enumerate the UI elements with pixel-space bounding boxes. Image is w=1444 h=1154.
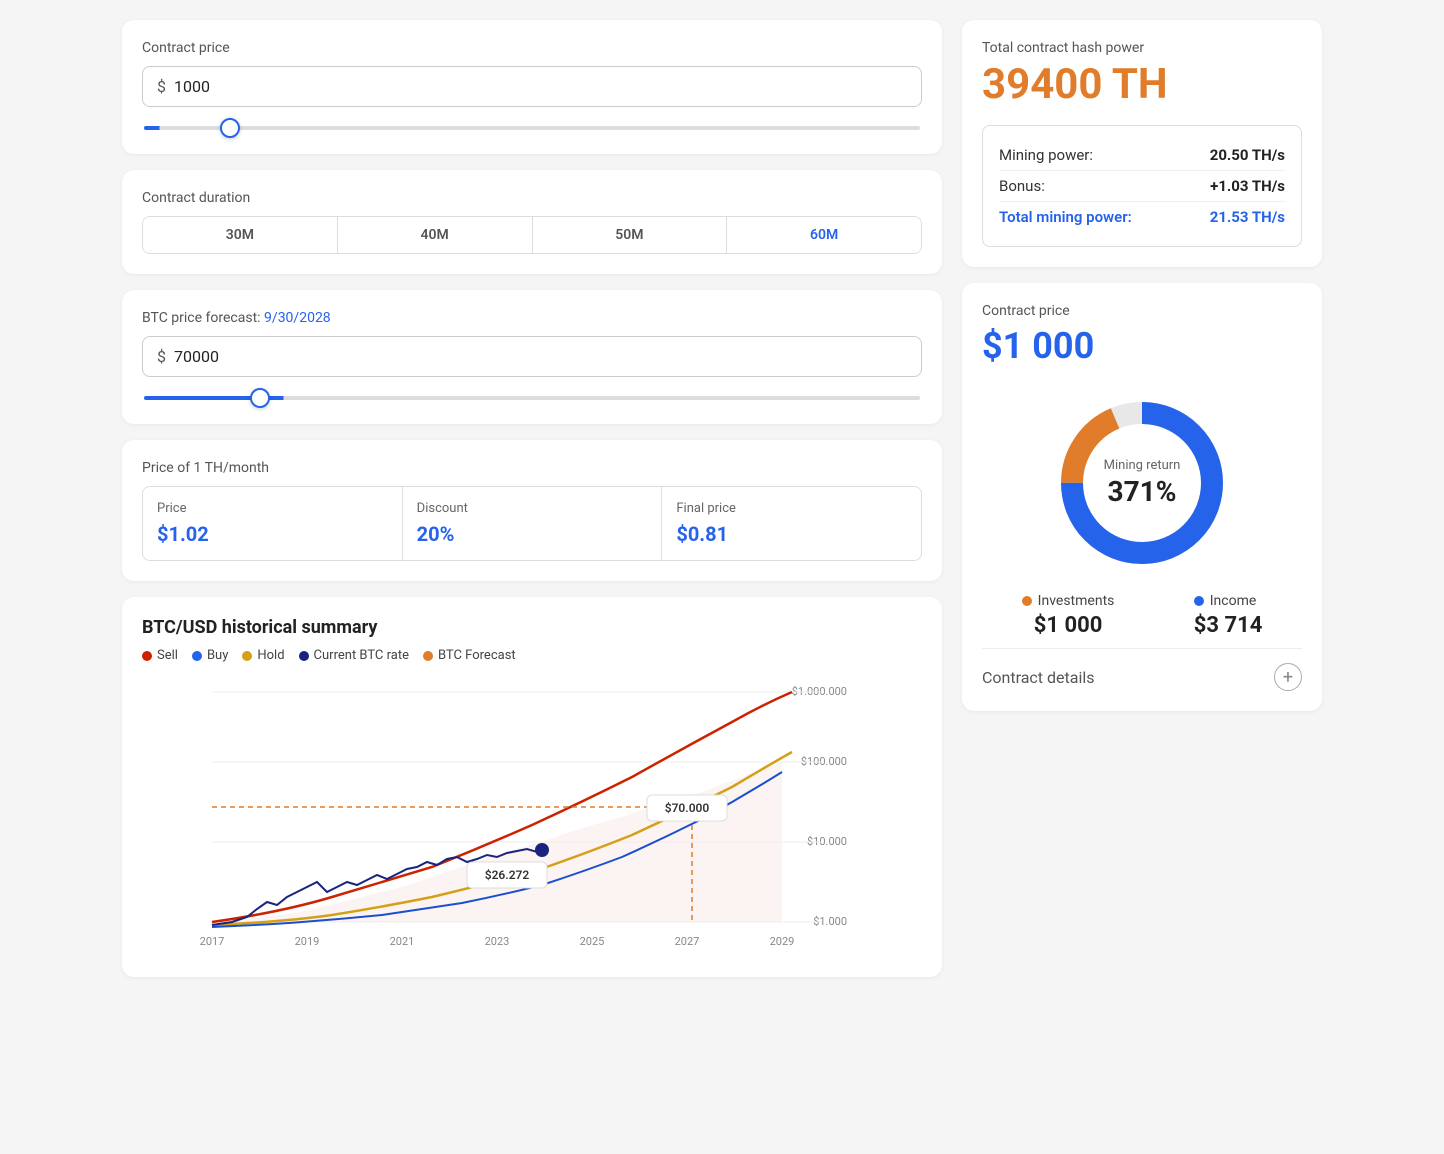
th-price-grid: Price $1.02 Discount 20% Final price $0.…: [142, 486, 922, 561]
btc-price-amount: 70000: [174, 347, 219, 366]
svg-text:$26.272: $26.272: [485, 868, 530, 882]
btc-forecast-card: BTC price forecast: 9/30/2028 $ 70000: [122, 290, 942, 424]
hash-info-box: Mining power: 20.50 TH/s Bonus: +1.03 TH…: [982, 125, 1302, 247]
investments-dot: [1022, 596, 1032, 606]
svg-text:2023: 2023: [485, 935, 510, 948]
current-btc-label: Current BTC rate: [314, 648, 409, 663]
income-value: $3 714: [1194, 613, 1263, 638]
investments-label: Investments: [1038, 593, 1115, 609]
tab-50m[interactable]: 50M: [533, 217, 728, 253]
total-mining-row: Total mining power: 21.53 TH/s: [999, 201, 1285, 232]
donut-container: Mining return 371%: [982, 383, 1302, 583]
contract-price-label: Contract price: [142, 40, 922, 56]
th-final-cell-value: $0.81: [676, 522, 907, 546]
svg-text:2017: 2017: [200, 935, 225, 948]
tab-60m[interactable]: 60M: [727, 217, 921, 253]
right-panel: Total contract hash power 39400 TH Minin…: [962, 20, 1322, 977]
contract-details-row: Contract details +: [982, 648, 1302, 691]
contract-currency-symbol: $: [157, 77, 166, 96]
contract-duration-label: Contract duration: [142, 190, 922, 206]
contract-details-text: Contract details: [982, 668, 1094, 687]
buy-label: Buy: [207, 648, 228, 663]
th-discount-cell-label: Discount: [417, 501, 648, 516]
btc-price-input-box[interactable]: $ 70000: [142, 336, 922, 377]
left-panel: Contract price $ 1000 Contract duration …: [122, 20, 942, 977]
hash-power-card: Total contract hash power 39400 TH Minin…: [962, 20, 1322, 267]
th-price-cell-label: Price: [157, 501, 388, 516]
svg-text:2025: 2025: [580, 935, 605, 948]
contract-price-slider[interactable]: [144, 126, 920, 130]
total-mining-label: Total mining power:: [999, 208, 1132, 226]
income-dot: [1194, 596, 1204, 606]
btc-price-slider-container[interactable]: [142, 385, 922, 404]
buy-dot: [192, 651, 202, 661]
current-btc-dot: [299, 651, 309, 661]
btc-currency-symbol: $: [157, 347, 166, 366]
btc-price-slider[interactable]: [144, 396, 920, 400]
chart-wrapper: $1.000.000 $100.000 $10.000 $1.000: [142, 677, 922, 957]
bonus-label: Bonus:: [999, 177, 1045, 195]
svg-text:2021: 2021: [390, 935, 415, 948]
duration-tabs: 30M 40M 50M 60M: [142, 216, 922, 254]
th-discount-cell: Discount 20%: [403, 487, 663, 560]
income-item: Income $3 714: [1194, 593, 1263, 638]
income-label: Income: [1210, 593, 1257, 609]
legend-sell: Sell: [142, 648, 178, 663]
bonus-row: Bonus: +1.03 TH/s: [999, 170, 1285, 201]
contract-price-amount: 1000: [174, 77, 210, 96]
btc-forecast-dot: [423, 651, 433, 661]
investments-value: $1 000: [1022, 613, 1115, 638]
chart-svg: $1.000.000 $100.000 $10.000 $1.000: [142, 677, 922, 957]
mining-power-value: 20.50 TH/s: [1210, 146, 1285, 164]
th-price-label: Price of 1 TH/month: [142, 460, 922, 476]
th-price-cell: Price $1.02: [143, 487, 403, 560]
income-dot-row: Income: [1194, 593, 1263, 609]
chart-card: BTC/USD historical summary Sell Buy Hold…: [122, 597, 942, 977]
hash-power-label: Total contract hash power: [982, 40, 1302, 56]
svg-text:$70.000: $70.000: [665, 801, 710, 815]
contract-price-card: Contract price $ 1000: [122, 20, 942, 154]
contract-price-right-card: Contract price $1 000 Mining return 371%: [962, 283, 1322, 711]
th-final-cell: Final price $0.81: [662, 487, 921, 560]
chart-title: BTC/USD historical summary: [142, 617, 922, 638]
sell-dot: [142, 651, 152, 661]
th-discount-cell-value: 20%: [417, 522, 648, 546]
contract-details-expand-button[interactable]: +: [1274, 663, 1302, 691]
chart-legend: Sell Buy Hold Current BTC rate BTC Forec…: [142, 648, 922, 663]
hash-power-value: 39400 TH: [982, 60, 1302, 109]
svg-text:2029: 2029: [770, 935, 795, 948]
contract-price-slider-container[interactable]: [142, 115, 922, 134]
total-mining-value: 21.53 TH/s: [1210, 208, 1285, 226]
th-price-card: Price of 1 TH/month Price $1.02 Discount…: [122, 440, 942, 581]
contract-duration-card: Contract duration 30M 40M 50M 60M: [122, 170, 942, 274]
contract-price-right-label: Contract price: [982, 303, 1302, 319]
contract-price-right-value: $1 000: [982, 325, 1302, 367]
donut-label: Mining return 371%: [1104, 458, 1181, 508]
tab-30m[interactable]: 30M: [143, 217, 338, 253]
mining-return-text: Mining return: [1104, 458, 1181, 473]
svg-text:2027: 2027: [675, 935, 700, 948]
legend-btc-forecast: BTC Forecast: [423, 648, 516, 663]
legend-current-btc: Current BTC rate: [299, 648, 409, 663]
mining-return-pct: 371%: [1104, 475, 1181, 508]
hold-dot: [242, 651, 252, 661]
tab-40m[interactable]: 40M: [338, 217, 533, 253]
legend-hold: Hold: [242, 648, 284, 663]
th-final-cell-label: Final price: [676, 501, 907, 516]
investments-dot-row: Investments: [1022, 593, 1115, 609]
bonus-value: +1.03 TH/s: [1210, 177, 1285, 195]
sell-label: Sell: [157, 648, 178, 663]
mining-power-row: Mining power: 20.50 TH/s: [999, 140, 1285, 170]
investments-item: Investments $1 000: [1022, 593, 1115, 638]
forecast-date-link[interactable]: 9/30/2028: [264, 310, 331, 326]
legend-buy: Buy: [192, 648, 228, 663]
btc-forecast-label: BTC Forecast: [438, 648, 516, 663]
contract-price-input-box[interactable]: $ 1000: [142, 66, 922, 107]
svg-text:2019: 2019: [295, 935, 320, 948]
th-price-cell-value: $1.02: [157, 522, 388, 546]
investment-row: Investments $1 000 Income $3 714: [982, 593, 1302, 638]
mining-power-label: Mining power:: [999, 146, 1093, 164]
hold-label: Hold: [257, 648, 284, 663]
btc-forecast-label: BTC price forecast: 9/30/2028: [142, 310, 922, 326]
